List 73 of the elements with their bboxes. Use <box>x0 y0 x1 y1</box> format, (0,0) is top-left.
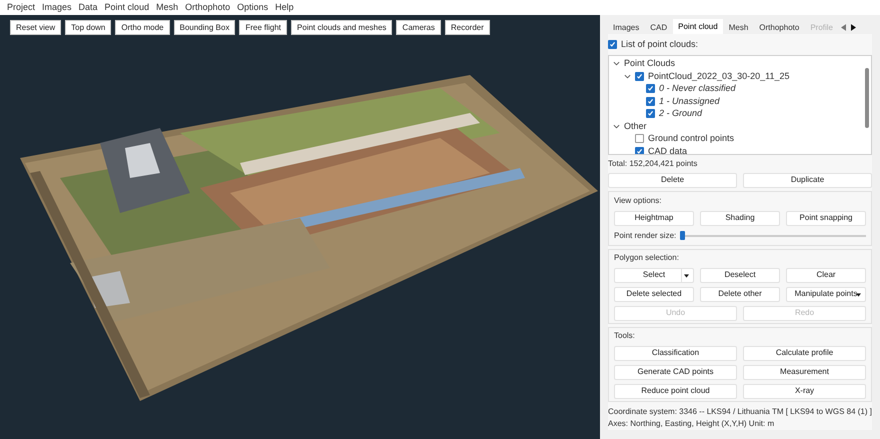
tree-item[interactable]: Point Clouds <box>624 57 676 70</box>
list-label: List of point clouds: <box>621 38 698 51</box>
panel-button[interactable]: Clear <box>786 268 866 282</box>
chevron-icon[interactable] <box>624 72 631 80</box>
panel-button[interactable]: Shading <box>700 210 780 226</box>
panel-button[interactable]: Delete selected <box>614 286 694 302</box>
tree-item[interactable]: 1 - Unassigned <box>659 94 720 108</box>
menu-item[interactable]: Data <box>78 0 98 14</box>
slider[interactable] <box>680 231 866 240</box>
checkbox[interactable] <box>646 96 655 106</box>
point-cloud-tree[interactable]: Point Clouds PointCloud_2022_03_30-20_11_25 0 - Never classified 1 - Unassigned 2 - Ground Other Ground control points CAD data <box>608 54 872 154</box>
chevron-icon[interactable] <box>613 122 620 130</box>
tree-item[interactable]: Other <box>624 120 647 133</box>
menu-item[interactable]: Point cloud <box>104 0 150 14</box>
tree-item[interactable]: Ground control points <box>648 132 734 146</box>
checkbox[interactable] <box>635 134 644 144</box>
tab[interactable]: Mesh <box>724 21 754 34</box>
panel-button[interactable]: Reduce point cloud <box>614 384 737 398</box>
panel-button[interactable]: Delete <box>608 172 737 188</box>
menu-item[interactable]: Mesh <box>156 0 178 14</box>
tab[interactable]: Images <box>608 21 644 34</box>
toolbar-button[interactable]: Top down <box>65 20 112 35</box>
checkbox[interactable] <box>635 146 644 154</box>
toolbar-button[interactable]: Bounding Box <box>174 20 236 35</box>
scroll-left-icon[interactable] <box>841 24 846 31</box>
menu-item[interactable]: Help <box>275 0 294 14</box>
checkbox[interactable] <box>646 84 655 94</box>
caret-icon <box>684 274 689 278</box>
tree-item[interactable]: 0 - Never classified <box>659 82 736 96</box>
toolbar-button[interactable]: Free flight <box>239 20 288 35</box>
total-points: Total: 152,204,421 points <box>608 158 698 170</box>
panel-button[interactable]: Point snapping <box>786 210 866 226</box>
panel-button[interactable]: Manipulate points <box>786 286 866 302</box>
tree-item[interactable]: 2 - Ground <box>659 107 702 120</box>
checkbox[interactable] <box>635 72 644 81</box>
menu-item[interactable]: Options <box>237 0 268 14</box>
checkbox[interactable] <box>646 109 655 118</box>
status-text: Coordinate system: 3346 -- LKS94 / Lithuania TM [ LKS94 to WGS 84 (1) ] <box>608 406 872 418</box>
chevron-icon[interactable] <box>613 60 620 68</box>
scrollbar[interactable] <box>865 68 869 128</box>
toolbar-button[interactable]: Reset view <box>10 20 62 35</box>
section-title: Polygon selection: <box>614 252 680 264</box>
tab[interactable]: Orthophoto <box>754 21 804 34</box>
tab[interactable]: Point cloud <box>673 19 723 34</box>
panel-button[interactable]: Generate CAD points <box>614 364 737 380</box>
slider-label: Point render size: <box>614 230 676 242</box>
scroll-right-icon[interactable] <box>851 24 856 31</box>
panel-button[interactable]: Duplicate <box>743 172 872 188</box>
menu-item[interactable]: Images <box>42 0 72 14</box>
tree-item[interactable]: PointCloud_2022_03_30-20_11_25 <box>648 70 790 83</box>
panel-button[interactable]: Deselect <box>700 268 780 282</box>
3d-viewport[interactable]: Reset view Top down Ortho mode Bounding Box Free flight Point clouds and meshes Cameras Recorder <box>0 15 600 439</box>
panel-button[interactable]: Select <box>614 268 694 282</box>
panel-button[interactable]: Calculate profile <box>743 346 866 360</box>
toolbar-button[interactable]: Recorder <box>444 20 490 35</box>
status-text: Axes: Northing, Easting, Height (X,Y,H) Unit: m <box>608 418 776 430</box>
panel-button[interactable]: Measurement <box>743 364 866 380</box>
tab[interactable]: CAD <box>645 21 672 34</box>
panel-button[interactable]: Classification <box>614 346 737 360</box>
section-title: Tools: <box>614 330 636 342</box>
toolbar-button[interactable]: Cameras <box>396 20 441 35</box>
caret-icon <box>856 292 861 296</box>
menu-item[interactable]: Project <box>7 0 36 14</box>
section-title: View options: <box>614 194 662 206</box>
menu-item[interactable]: Orthophoto <box>185 0 230 14</box>
panel-button[interactable]: X-ray <box>743 384 866 398</box>
checkbox[interactable] <box>608 40 617 50</box>
toolbar-button[interactable]: Ortho mode <box>115 20 170 35</box>
panel-button[interactable]: Delete other <box>700 286 780 302</box>
tree-item[interactable]: CAD data <box>648 144 688 154</box>
toolbar-button[interactable]: Point clouds and meshes <box>291 20 392 35</box>
panel-button[interactable]: Heightmap <box>614 210 694 226</box>
slider-thumb[interactable] <box>680 231 686 240</box>
